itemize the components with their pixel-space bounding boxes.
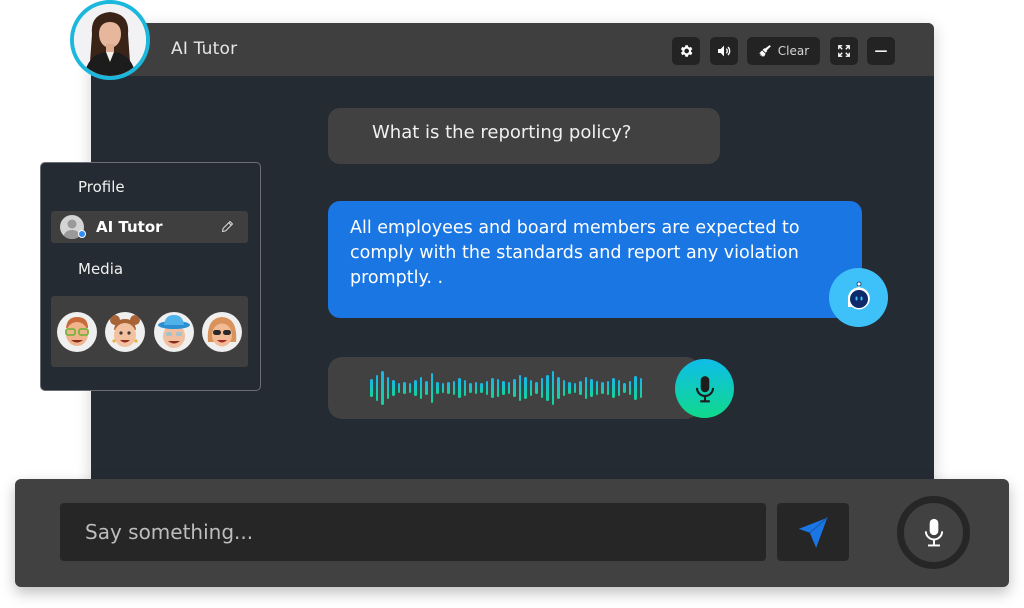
waveform-bar bbox=[518, 375, 521, 401]
waveform-bar bbox=[496, 379, 499, 397]
waveform-bar bbox=[408, 383, 411, 393]
message-input[interactable] bbox=[60, 503, 766, 561]
send-button[interactable] bbox=[777, 503, 849, 561]
waveform-bar bbox=[441, 383, 444, 393]
clear-button[interactable]: Clear bbox=[747, 37, 820, 65]
memoji-hat-icon bbox=[157, 314, 190, 348]
waveform-bar bbox=[425, 381, 428, 395]
gear-icon bbox=[680, 45, 693, 57]
title-bar: AI Tutor Clear bbox=[91, 23, 934, 76]
waveform-bar bbox=[452, 381, 455, 395]
robot-icon bbox=[847, 281, 870, 309]
audio-waveform bbox=[370, 357, 642, 419]
edit-profile-button[interactable] bbox=[220, 219, 235, 238]
waveform-bar bbox=[562, 380, 565, 396]
waveform-bar bbox=[507, 382, 510, 394]
voice-message-mic[interactable] bbox=[675, 359, 734, 418]
memoji-sunglasses-icon bbox=[207, 316, 237, 346]
speaker-icon bbox=[718, 45, 731, 57]
waveform-bar bbox=[392, 380, 395, 396]
media-heading: Media bbox=[78, 260, 124, 278]
user-message: What is the reporting policy? bbox=[328, 108, 720, 164]
waveform-bar bbox=[513, 379, 516, 397]
minimize-button[interactable] bbox=[867, 37, 895, 65]
waveform-bar bbox=[634, 376, 637, 400]
app-stage: AI Tutor Clear What is the reporting pol… bbox=[0, 0, 1024, 608]
waveform-bar bbox=[474, 382, 477, 394]
waveform-bar bbox=[485, 381, 488, 395]
voice-message[interactable] bbox=[328, 357, 700, 419]
waveform-bar bbox=[491, 378, 494, 398]
waveform-bar bbox=[584, 377, 587, 399]
microphone-button[interactable] bbox=[897, 496, 970, 569]
tutor-avatar bbox=[70, 0, 150, 80]
sound-button[interactable] bbox=[710, 37, 738, 65]
waveform-bar bbox=[370, 379, 373, 397]
media-item-memoji-2[interactable] bbox=[105, 311, 146, 352]
waveform-bar bbox=[381, 371, 384, 405]
profile-heading: Profile bbox=[78, 178, 125, 196]
expand-button[interactable] bbox=[830, 37, 858, 65]
waveform-bar bbox=[579, 381, 582, 395]
waveform-bar bbox=[386, 377, 389, 399]
waveform-bar bbox=[568, 382, 571, 394]
waveform-bar bbox=[436, 382, 439, 394]
memoji-glasses-icon bbox=[65, 316, 90, 346]
media-item-memoji-1[interactable] bbox=[57, 311, 98, 352]
media-item-memoji-3[interactable] bbox=[153, 311, 194, 352]
waveform-bar bbox=[414, 380, 417, 396]
waveform-bar bbox=[502, 381, 505, 395]
pencil-icon bbox=[222, 221, 233, 232]
profile-name: AI Tutor bbox=[96, 218, 163, 236]
waveform-bar bbox=[524, 377, 527, 399]
waveform-bar bbox=[601, 382, 604, 394]
microphone-icon bbox=[695, 375, 714, 402]
assistant-message: All employees and board members are expe… bbox=[328, 201, 862, 318]
waveform-bar bbox=[458, 378, 461, 398]
waveform-bar bbox=[469, 383, 472, 393]
waveform-bar bbox=[535, 382, 538, 394]
waveform-bar bbox=[375, 375, 378, 401]
settings-button[interactable] bbox=[672, 37, 700, 65]
minus-icon bbox=[875, 50, 887, 52]
waveform-bar bbox=[529, 380, 532, 396]
waveform-bar bbox=[546, 375, 549, 401]
waveform-bar bbox=[623, 383, 626, 393]
waveform-bar bbox=[480, 383, 483, 393]
waveform-bar bbox=[590, 379, 593, 397]
waveform-bar bbox=[430, 373, 433, 403]
waveform-bar bbox=[551, 371, 554, 405]
clear-label: Clear bbox=[777, 44, 810, 58]
microphone-icon bbox=[924, 518, 943, 546]
waveform-bar bbox=[573, 383, 576, 393]
waveform-bar bbox=[595, 381, 598, 395]
broom-icon bbox=[758, 45, 771, 57]
waveform-bar bbox=[612, 378, 615, 398]
waveform-bar bbox=[540, 378, 543, 398]
media-gallery bbox=[51, 296, 248, 367]
waveform-bar bbox=[557, 377, 560, 399]
profile-status-dot bbox=[78, 230, 86, 238]
send-icon bbox=[798, 517, 828, 548]
composer-bar bbox=[15, 479, 1009, 587]
waveform-bar bbox=[617, 380, 620, 396]
window-title: AI Tutor bbox=[171, 39, 238, 59]
waveform-bar bbox=[628, 381, 631, 395]
media-item-memoji-4[interactable] bbox=[201, 311, 242, 352]
profile-panel: Profile AI Tutor Media bbox=[40, 162, 261, 391]
waveform-bar bbox=[447, 382, 450, 394]
waveform-bar bbox=[397, 383, 400, 393]
profile-row[interactable]: AI Tutor bbox=[51, 211, 248, 243]
bot-avatar bbox=[829, 268, 888, 327]
waveform-bar bbox=[639, 378, 642, 398]
memoji-buns-icon bbox=[110, 314, 141, 347]
waveform-bar bbox=[463, 380, 466, 396]
waveform-bar bbox=[419, 377, 422, 399]
tutor-avatar-photo bbox=[74, 4, 146, 76]
waveform-bar bbox=[606, 381, 609, 395]
waveform-bar bbox=[403, 382, 406, 394]
expand-icon bbox=[838, 45, 850, 57]
